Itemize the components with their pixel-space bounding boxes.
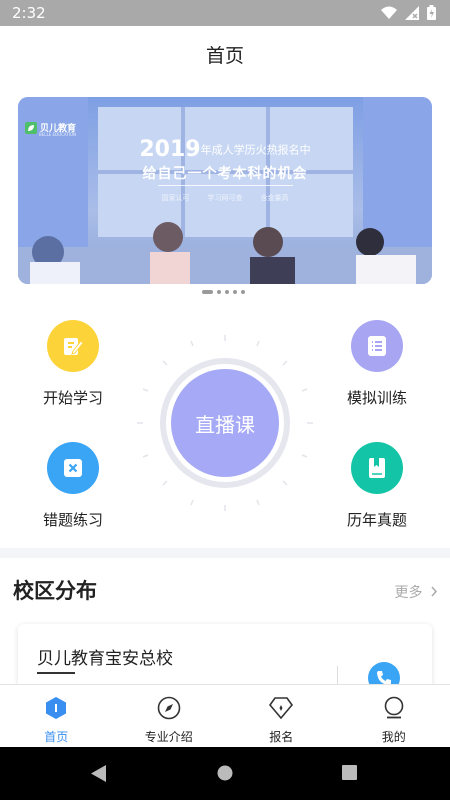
mock-training-label: 模拟训练 [346, 389, 407, 407]
compass-icon [157, 696, 181, 720]
tab-major-intro[interactable]: 专业介绍 [113, 685, 226, 747]
banner-window-illustration [18, 97, 432, 284]
signal-icon [405, 5, 419, 20]
edit-icon [64, 338, 84, 355]
pager-dot[interactable] [241, 290, 245, 294]
campus-section-title: 校区分布 [13, 579, 97, 603]
banner-divider [158, 185, 293, 186]
campus-name-underline [37, 672, 75, 674]
pager-dot[interactable] [225, 290, 229, 294]
tab-home[interactable]: 首页 [0, 685, 113, 747]
tab-label: 报名 [269, 730, 294, 744]
mock-training-button[interactable]: 模拟训练 [327, 320, 427, 408]
banner-headline: 2019年成人学历火热报名中 [18, 137, 432, 162]
app-header: 首页 [0, 26, 450, 86]
battery-icon [427, 5, 436, 20]
live-class-button[interactable]: 直播课 [171, 369, 279, 477]
tab-label: 我的 [381, 730, 406, 744]
carousel-pager [202, 290, 245, 294]
status-time: 2:32 [12, 4, 46, 22]
wrong-questions-button[interactable]: 错题练习 [23, 442, 123, 530]
start-study-label: 开始学习 [42, 389, 103, 407]
chevron-right-icon [431, 586, 438, 597]
book-icon [369, 458, 385, 478]
list-icon [368, 336, 386, 356]
pager-dot-active[interactable] [202, 290, 213, 294]
mock-training-circle [351, 320, 403, 372]
banner-carousel[interactable]: 贝儿教育 BELLE EDUCATION 2019年成人学历火热报名中 给自己一… [18, 97, 432, 284]
campus-more-link[interactable]: 更多 [395, 582, 438, 602]
banner-tag: 含金量高 [260, 194, 289, 202]
bottom-tab-bar: 首页 专业介绍 报名 我的 [0, 684, 450, 747]
tab-label: 首页 [44, 730, 69, 744]
past-papers-button[interactable]: 历年真题 [327, 442, 427, 530]
tab-signup[interactable]: 报名 [225, 685, 338, 747]
banner-slogan: 给自己一个考本科的机会 [142, 166, 308, 182]
signup-diamond-icon [268, 696, 294, 720]
banner-headline-text: 年成人学历火热报名中 [200, 143, 311, 157]
more-label: 更多 [394, 585, 423, 601]
home-circle-icon[interactable] [217, 765, 233, 781]
past-papers-circle [351, 442, 403, 494]
pager-dot[interactable] [217, 290, 221, 294]
system-nav-bar [0, 747, 450, 800]
live-class-ring: 直播课 [160, 358, 290, 488]
tab-label: 专业介绍 [144, 730, 193, 744]
close-square-icon [64, 459, 82, 477]
profile-icon [382, 696, 406, 720]
pager-dot[interactable] [233, 290, 237, 294]
status-bar: 2:32 [0, 0, 450, 26]
banner-tag: 国家认可 [161, 194, 190, 202]
past-papers-label: 历年真题 [346, 511, 407, 529]
wifi-icon [381, 6, 397, 19]
section-divider [0, 548, 450, 558]
page-title: 首页 [205, 45, 244, 67]
banner-tags: 国家认可 学习网可查 含金量高 [18, 193, 432, 203]
wrong-questions-label: 错题练习 [42, 511, 103, 529]
campus-name: 贝儿教育宝安总校 [37, 649, 173, 669]
start-study-button[interactable]: 开始学习 [23, 320, 123, 408]
wrong-questions-circle [47, 442, 99, 494]
banner-year: 2019 [139, 137, 201, 162]
back-icon[interactable] [91, 765, 107, 782]
logo-leaf-icon [25, 121, 37, 134]
recents-icon[interactable] [342, 765, 357, 780]
home-hexagon-icon [45, 696, 67, 720]
status-icons [381, 5, 436, 20]
tab-profile[interactable]: 我的 [338, 685, 450, 747]
banner-tag: 学习网可查 [207, 194, 243, 202]
banner-logo: 贝儿教育 BELLE EDUCATION [25, 121, 76, 137]
start-study-circle [47, 320, 99, 372]
